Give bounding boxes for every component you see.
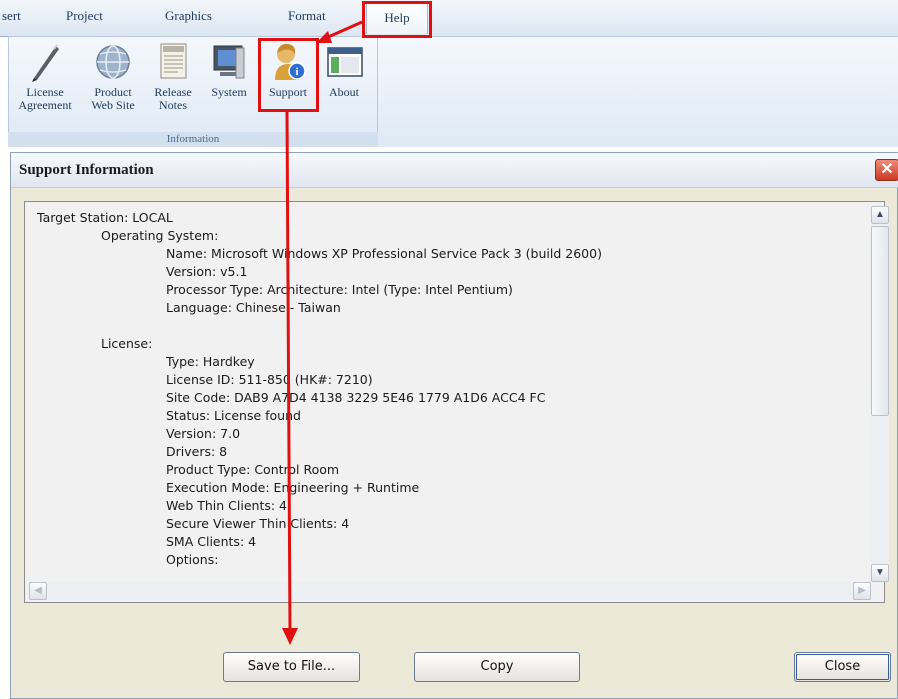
arrow-to-save: [285, 111, 292, 631]
arrowhead-icon: [316, 31, 332, 43]
arrowhead-icon: [282, 628, 298, 645]
arrow-to-support: [325, 20, 363, 40]
annotation-arrows: [282, 20, 363, 645]
